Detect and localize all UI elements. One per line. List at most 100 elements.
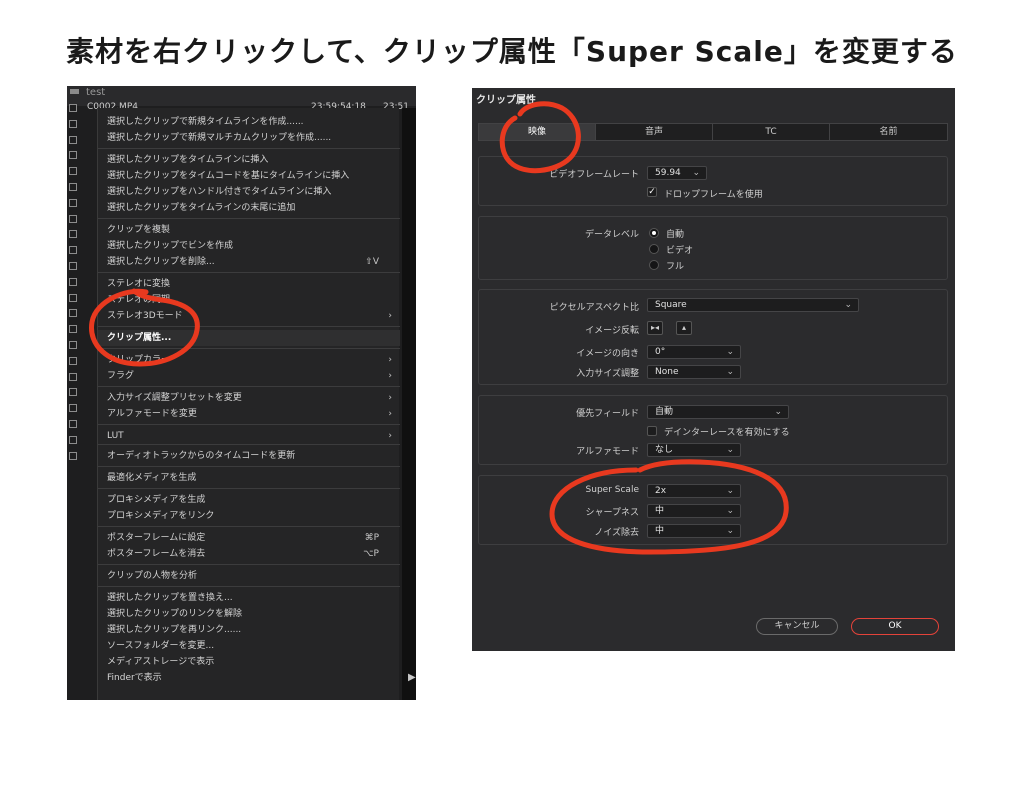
row-checkbox[interactable] — [69, 119, 77, 128]
field-dropdown[interactable]: 自動 ⌄ — [647, 405, 789, 419]
menu-item[interactable]: 選択したクリップを削除... ⇧V — [98, 254, 400, 270]
menu-item[interactable]: クリップカラー › — [98, 352, 400, 368]
menu-item-label: 選択したクリップを再リンク...... — [107, 625, 242, 635]
row-checkbox[interactable] — [69, 230, 77, 239]
row-checkbox[interactable] — [69, 104, 77, 112]
row-checkbox[interactable] — [69, 356, 77, 365]
menu-item[interactable]: 選択したクリップを再リンク...... — [98, 622, 400, 638]
row-checkbox[interactable] — [69, 198, 77, 207]
menu-item[interactable]: アルファモードを変更 › — [98, 406, 400, 422]
chevron-down-icon: ⌄ — [774, 407, 782, 417]
menu-item-label: 選択したクリップを削除... — [107, 257, 215, 267]
row-checkbox[interactable] — [69, 309, 77, 318]
tab-timecode[interactable]: TC — [713, 124, 830, 140]
dropframe-checkbox[interactable]: ✓ — [647, 187, 657, 197]
deinterlace-label: デインターレースを有効にする — [664, 428, 790, 438]
menu-item-label: アルファモードを変更 — [107, 409, 197, 419]
menu-item[interactable]: 入力サイズ調整プリセットを変更 › — [98, 390, 400, 406]
row-checkbox[interactable] — [69, 183, 77, 191]
row-checkbox[interactable] — [69, 151, 77, 160]
tab-audio[interactable]: 音声 — [596, 124, 713, 140]
par-dropdown[interactable]: Square ⌄ — [647, 298, 859, 312]
menu-item[interactable]: 選択したクリップをタイムラインの末尾に追加 — [98, 200, 400, 216]
datalevel-auto-radio[interactable] — [649, 228, 659, 238]
menu-item-label: 入力サイズ調整プリセットを変更 — [107, 393, 242, 403]
menu-item-label: クリップを複製 — [107, 225, 171, 235]
row-checkbox[interactable] — [69, 341, 77, 349]
menu-item[interactable]: 選択したクリップで新規マルチカムクリップを作成...... — [98, 130, 400, 146]
menu-item[interactable]: ポスターフレームに設定 ⌘P — [98, 530, 400, 546]
row-checkbox[interactable] — [69, 277, 77, 286]
menu-item[interactable]: 選択したクリップでビンを作成 — [98, 238, 400, 254]
row-checkbox[interactable] — [69, 388, 77, 397]
scroll-arrow-icon[interactable]: ▶ — [408, 672, 416, 683]
deinterlace-checkbox[interactable] — [647, 426, 657, 436]
menu-item[interactable]: プロキシメディアを生成 — [98, 492, 400, 508]
menu-item[interactable]: 選択したクリップで新規タイムラインを作成...... — [98, 114, 400, 130]
menu-item[interactable]: ソースフォルダーを変更... — [98, 638, 400, 654]
row-checkbox[interactable] — [69, 167, 77, 176]
chevron-down-icon: ⌄ — [726, 486, 734, 496]
menu-item[interactable]: クリップの人物を分析 — [98, 568, 400, 584]
menu-item[interactable]: ポスターフレームを消去 ⌥P — [98, 546, 400, 562]
flip-vertical-icon[interactable]: ▴ — [676, 321, 692, 335]
datalevel-video-radio[interactable] — [649, 244, 659, 254]
row-checkbox[interactable] — [69, 246, 77, 255]
orientation-dropdown[interactable]: 0° ⌄ — [647, 345, 741, 359]
chevron-right-icon: › — [388, 393, 392, 403]
row-checkbox[interactable] — [69, 214, 77, 223]
menu-item-label: Finderで表示 — [107, 673, 162, 683]
sharpness-label: シャープネス — [585, 508, 639, 518]
chevron-right-icon: › — [388, 409, 392, 419]
chevron-down-icon: ⌄ — [844, 300, 852, 310]
row-checkbox[interactable] — [69, 135, 77, 144]
menu-item[interactable]: プロキシメディアをリンク — [98, 508, 400, 524]
sharpness-dropdown[interactable]: 中 ⌄ — [647, 504, 741, 518]
row-checkbox[interactable] — [69, 451, 77, 460]
cancel-button[interactable]: キャンセル — [756, 618, 838, 635]
menu-item[interactable]: クリップを複製 — [98, 222, 400, 238]
ok-button[interactable]: OK — [851, 618, 939, 635]
menu-item[interactable]: 選択したクリップを置き換え... — [98, 590, 400, 606]
menu-item[interactable]: オーディオトラックからのタイムコードを更新 — [98, 448, 400, 464]
menu-item[interactable]: 選択したクリップをタイムコードを基にタイムラインに挿入 — [98, 168, 400, 184]
menu-item[interactable]: 最適化メディアを生成 — [98, 470, 400, 486]
menu-item[interactable]: Finderで表示 — [98, 670, 400, 686]
noise-dropdown[interactable]: 中 ⌄ — [647, 524, 741, 538]
tab-video[interactable]: 映像 — [479, 124, 596, 140]
row-checkbox[interactable] — [69, 435, 77, 444]
menu-item[interactable]: クリップ属性... — [98, 330, 400, 346]
alpha-dropdown[interactable]: なし ⌄ — [647, 443, 741, 457]
library-name: test — [86, 87, 106, 98]
alpha-value: なし — [655, 445, 674, 455]
menu-item[interactable]: フラグ › — [98, 368, 400, 384]
menu-item-label: クリップの人物を分析 — [107, 571, 198, 581]
row-checkbox[interactable] — [69, 420, 77, 428]
menu-item[interactable]: LUT › — [98, 428, 400, 444]
row-checkbox[interactable] — [69, 325, 77, 334]
scrollbar[interactable] — [402, 108, 416, 700]
superscale-dropdown[interactable]: 2x ⌄ — [647, 484, 741, 498]
flip-horizontal-icon[interactable]: ▸◂ — [647, 321, 663, 335]
menu-item-label: プロキシメディアをリンク — [107, 511, 215, 521]
framerate-dropdown[interactable]: 59.94 ⌄ — [647, 166, 707, 180]
menu-item[interactable]: 選択したクリップをハンドル付きでタイムラインに挿入 — [98, 184, 400, 200]
menu-item[interactable]: 選択したクリップをタイムラインに挿入 — [98, 152, 400, 168]
tab-name[interactable]: 名前 — [830, 124, 947, 140]
row-checkbox[interactable] — [69, 293, 77, 302]
menu-item[interactable]: ステレオの同期... — [98, 292, 400, 308]
row-checkbox[interactable] — [69, 372, 77, 381]
context-menu: 選択したクリップで新規タイムラインを作成...... 選択したクリップで新規マルチ… — [97, 108, 400, 700]
menu-item[interactable]: メディアストレージで表示 — [98, 654, 400, 670]
superscale-label: Super Scale — [585, 485, 639, 495]
chevron-right-icon: › — [388, 311, 392, 321]
menu-item[interactable]: ステレオ3Dモード › — [98, 308, 400, 324]
menu-item[interactable]: 選択したクリップのリンクを解除 — [98, 606, 400, 622]
row-checkbox[interactable] — [69, 262, 77, 270]
framerate-section: ビデオフレームレート 59.94 ⌄ ✓ ドロップフレームを使用 — [478, 156, 948, 206]
menu-item[interactable]: ステレオに変換 — [98, 276, 400, 292]
datalevel-full-radio[interactable] — [649, 260, 659, 270]
chevron-down-icon: ⌄ — [726, 445, 734, 455]
input-scaling-dropdown[interactable]: None ⌄ — [647, 365, 741, 379]
row-checkbox[interactable] — [69, 404, 77, 413]
